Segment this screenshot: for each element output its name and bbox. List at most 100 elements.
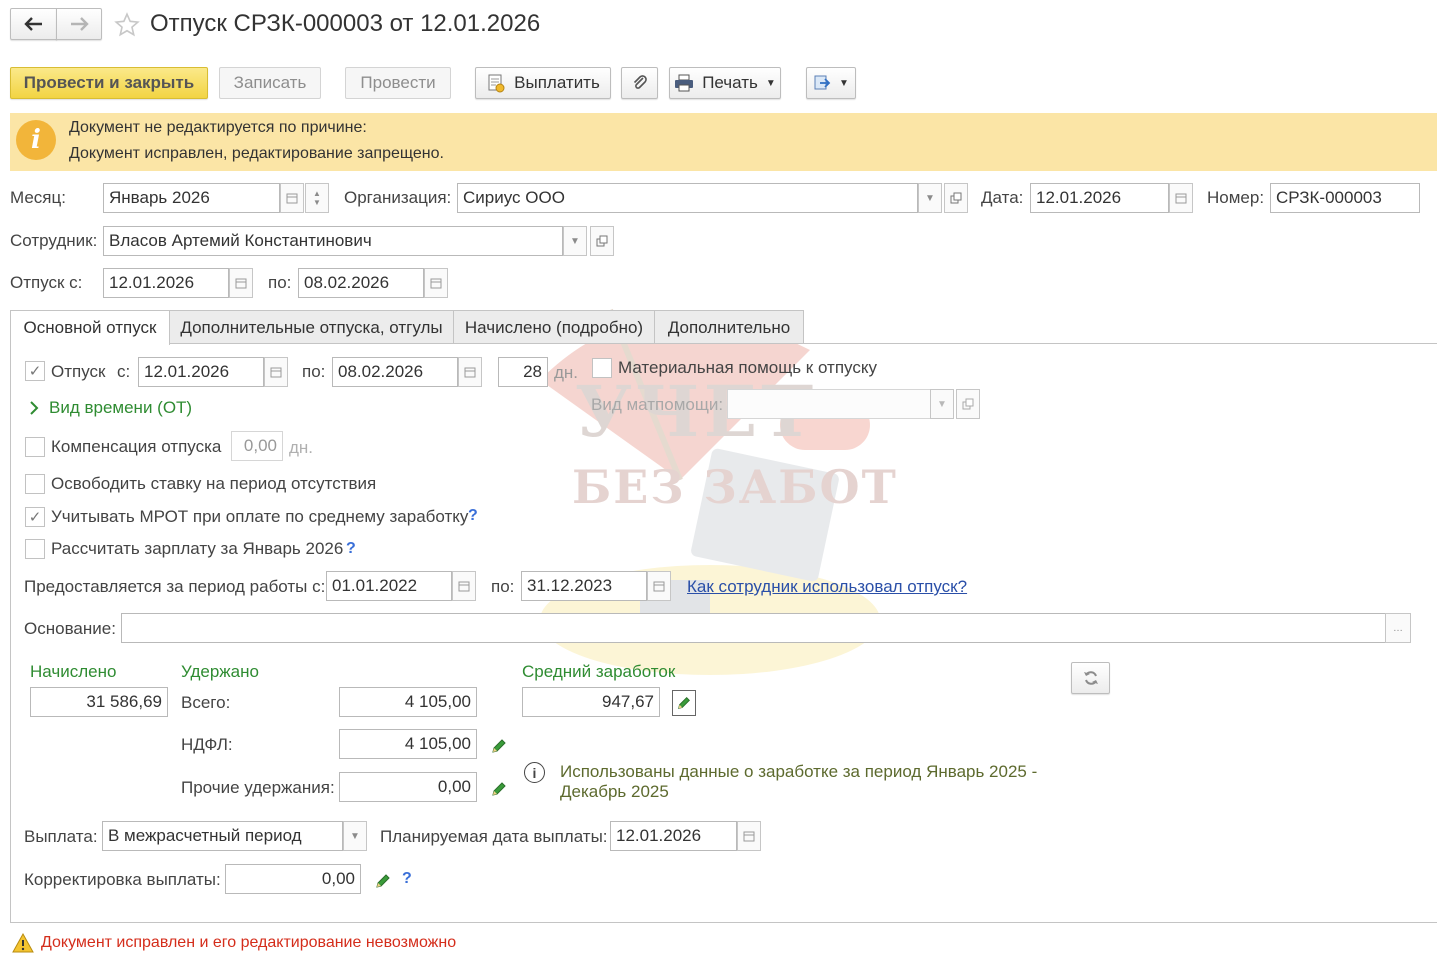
open-form-icon [950,192,962,204]
month-label: Месяц: [10,188,66,207]
notice-line-1: Документ не редактируется по причине: [69,119,367,136]
edit-other-withholding-pencil-icon[interactable] [490,780,508,798]
basis-field[interactable] [121,613,1386,643]
material-aid-type-field[interactable] [727,389,932,419]
vacation-start-calendar-button[interactable] [264,357,288,387]
date-field[interactable]: 12.01.2026 [1030,183,1169,213]
material-aid-checkbox[interactable] [592,358,612,378]
withheld-total-field: 4 105,00 [339,687,477,717]
work-period-to-calendar-button[interactable] [647,571,671,601]
calendar-icon [464,367,476,378]
month-field[interactable]: Январь 2026 [103,183,280,213]
organization-field[interactable]: Сириус ООО [457,183,918,213]
dropdown-arrow-icon: ▼ [839,77,849,89]
footer-warning-text: Документ исправлен и его редактирование … [41,934,457,951]
calc-salary-label: Рассчитать зарплату за Январь 2026 [51,539,344,558]
free-rate-checkbox[interactable] [25,474,45,494]
vacation-usage-link[interactable]: Как сотрудник использовал отпуск? [687,577,967,597]
open-form-icon [596,235,608,247]
organization-open-button[interactable] [944,183,968,213]
forward-button[interactable] [56,8,102,40]
more-actions-button[interactable]: ▼ [806,67,856,99]
pay-button-label: Выплатить [514,73,600,92]
accrued-header: Начислено [30,662,117,681]
save-button[interactable]: Записать [219,67,321,99]
vacation-to-calendar-button[interactable] [424,268,448,298]
organization-label: Организация: [344,188,452,207]
work-period-to-field[interactable]: 31.12.2023 [521,571,647,601]
mrot-checkbox[interactable]: ✓ [25,507,45,527]
vacation-days-field[interactable]: 28 [498,357,548,387]
post-and-close-button[interactable]: Провести и закрыть [10,67,208,99]
payment-field[interactable]: В межрасчетный период [102,821,343,851]
warning-triangle-icon [12,933,34,953]
compensation-field[interactable]: 0,00 [231,431,283,461]
paperclip-icon [633,75,647,89]
material-aid-type-dropdown-button[interactable]: ▼ [930,389,954,419]
employee-open-button[interactable] [590,226,614,256]
arrow-right-icon [71,17,89,31]
post-button[interactable]: Провести [345,67,451,99]
vacation-from-calendar-button[interactable] [229,268,253,298]
tab-active-gap [11,343,169,345]
tab-main-vacation[interactable]: Основной отпуск [10,310,170,345]
average-earnings-field: 947,67 [522,687,660,717]
basis-select-button[interactable]: … [1385,613,1411,643]
employee-dropdown-button[interactable]: ▼ [563,226,587,256]
vacation-to-field[interactable]: 08.02.2026 [298,268,424,298]
withheld-total-label: Всего: [181,693,231,712]
vacation-to-label: по: [268,273,292,292]
number-field[interactable]: СРЗК-000003 [1270,183,1420,213]
arrow-left-icon [23,17,42,31]
page-title: Отпуск СРЗК-000003 от 12.01.2026 [150,10,541,37]
tab-additional[interactable]: Дополнительно [654,310,804,344]
stepper-down-icon[interactable]: ▼ [313,198,321,207]
work-period-from-calendar-button[interactable] [452,571,476,601]
compensation-label: Компенсация отпуска [51,437,222,456]
edit-ndfl-pencil-icon[interactable] [490,737,508,755]
payment-dropdown-button[interactable]: ▼ [343,821,367,851]
work-period-from-field[interactable]: 01.01.2022 [326,571,452,601]
planned-date-label: Планируемая дата выплаты: [380,827,608,846]
vacation-checkbox[interactable]: ✓ [25,361,45,381]
calc-salary-checkbox[interactable] [25,539,45,559]
edit-correction-pencil-icon[interactable] [374,872,392,890]
tab-accrued-detailed[interactable]: Начислено (подробно) [453,310,655,344]
compensation-checkbox[interactable] [25,437,45,457]
chevron-right-icon [30,401,39,415]
date-calendar-button[interactable] [1169,183,1193,213]
time-type-expander[interactable]: Вид времени (ОТ) [29,398,192,418]
edit-average-earnings-button[interactable] [672,690,696,716]
vacation-end-field[interactable]: 08.02.2026 [332,357,458,387]
tab-additional-vacations[interactable]: Дополнительные отпуска, отгулы [169,310,454,344]
mrot-help-icon[interactable]: ? [468,507,478,525]
vacation-end-calendar-button[interactable] [458,357,482,387]
payment-label: Выплата: [24,827,98,846]
calendar-icon [458,581,470,592]
favorite-star-icon[interactable] [114,12,140,38]
dropdown-arrow-icon: ▼ [765,77,776,89]
calc-salary-help-icon[interactable]: ? [346,540,356,558]
back-button[interactable] [10,8,57,40]
month-calendar-button[interactable] [280,183,304,213]
correction-help-icon[interactable]: ? [402,870,412,888]
attach-button[interactable] [621,67,658,99]
employee-field[interactable]: Власов Артемий Константинович [103,226,563,256]
notice-line-2: Документ исправлен, редактирование запре… [69,145,444,162]
stepper-up-icon[interactable]: ▲ [313,189,321,198]
readonly-notice: i Документ не редактируется по причине: … [10,113,1437,171]
planned-date-field[interactable]: 12.01.2026 [610,821,737,851]
pay-button[interactable]: Выплатить [475,67,611,99]
calendar-icon [235,278,247,289]
organization-dropdown-button[interactable]: ▼ [918,183,942,213]
other-withholding-label: Прочие удержания: [181,778,335,797]
month-stepper[interactable]: ▲ ▼ [305,183,329,213]
work-period-label: Предоставляется за период работы с: [24,577,326,596]
refresh-button[interactable] [1071,662,1110,694]
planned-date-calendar-button[interactable] [737,821,761,851]
vacation-from-field[interactable]: 12.01.2026 [103,268,229,298]
material-aid-type-open-button[interactable] [956,389,980,419]
payment-correction-field: 0,00 [225,864,361,894]
print-button[interactable]: Печать ▼ [669,67,781,99]
vacation-start-field[interactable]: 12.01.2026 [138,357,264,387]
